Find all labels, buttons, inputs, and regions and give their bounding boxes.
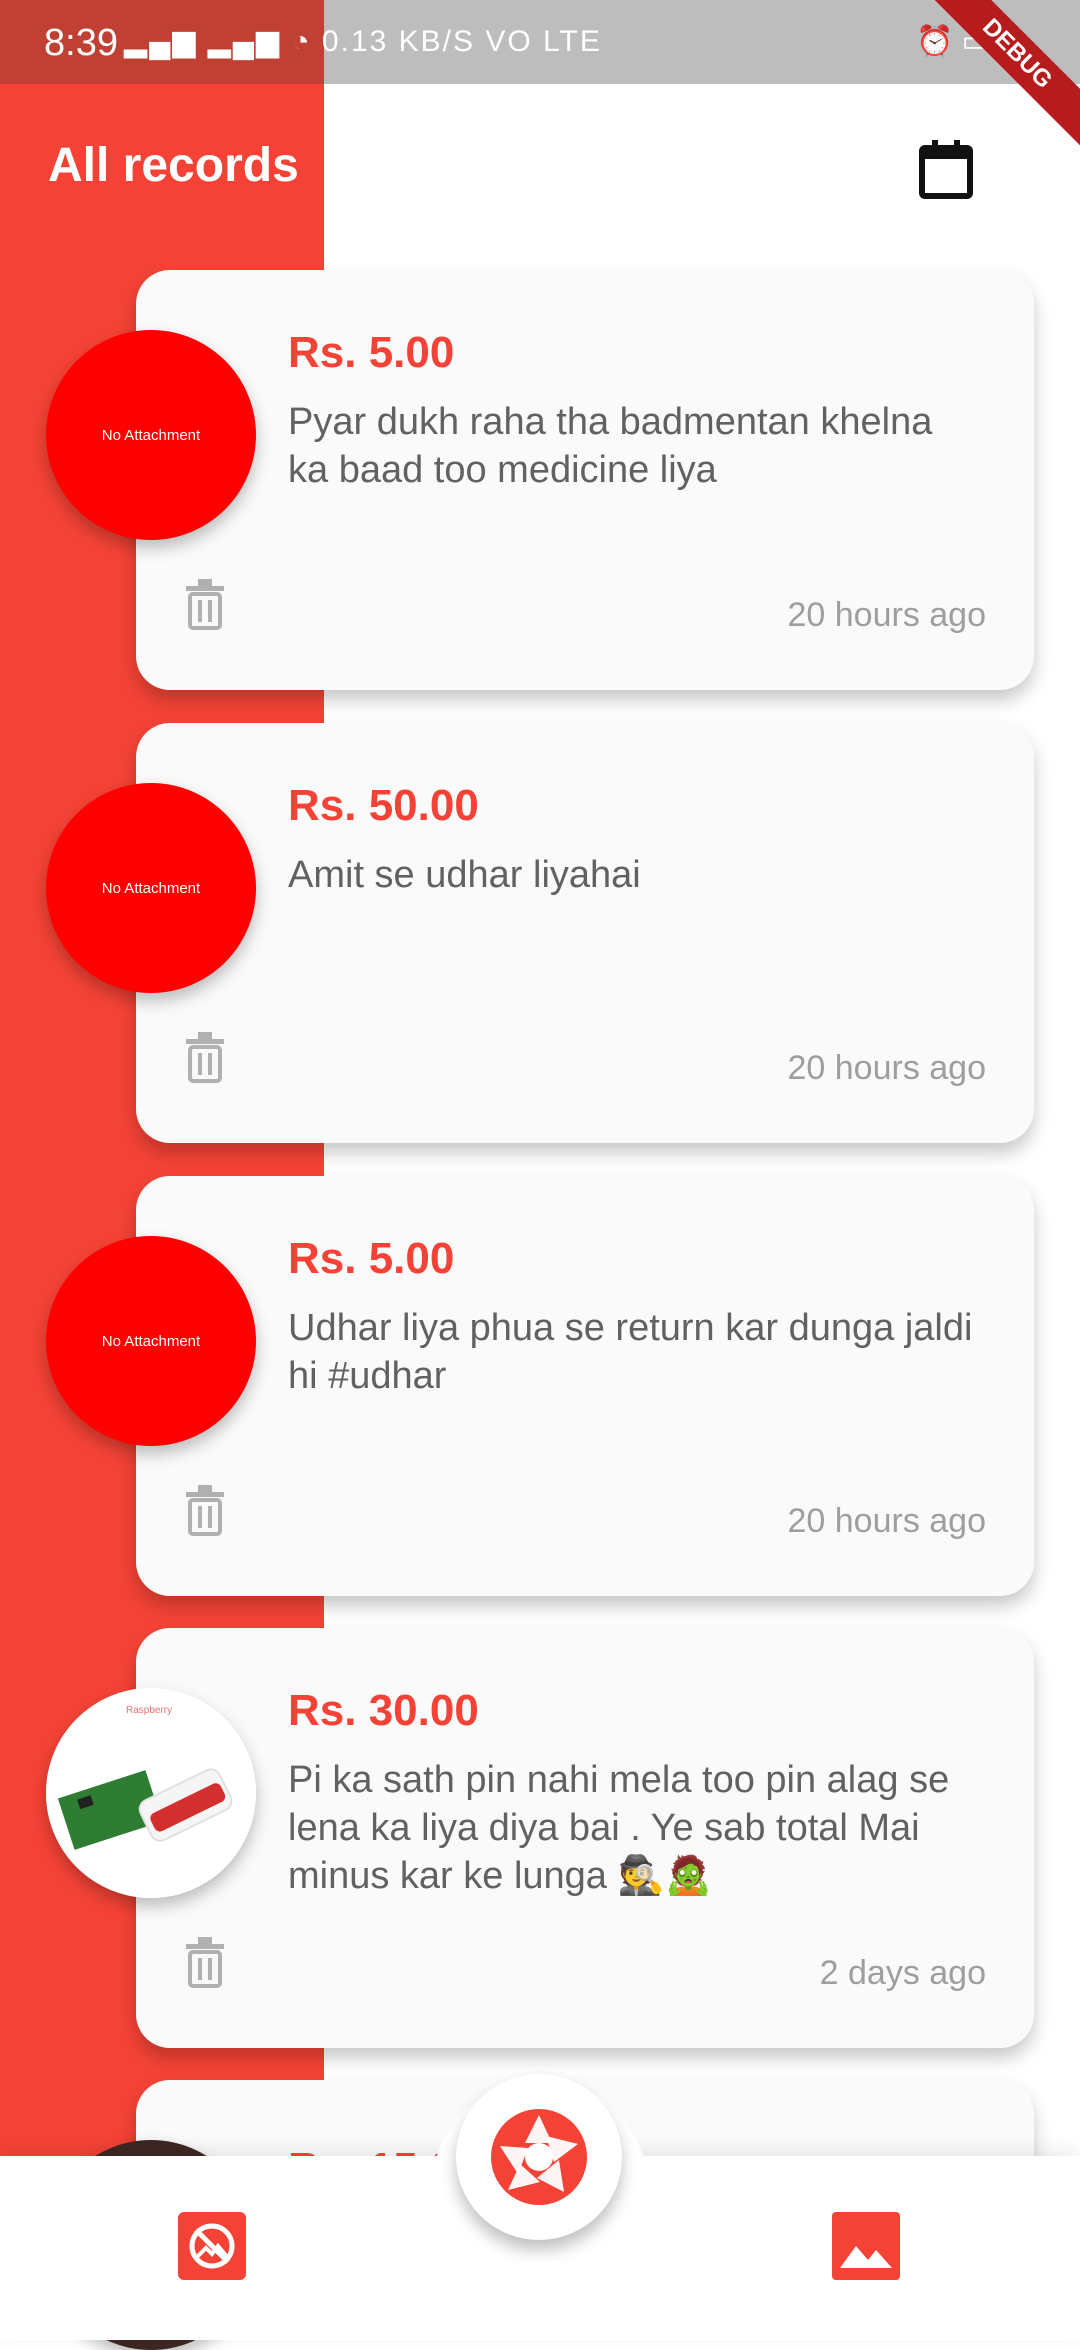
trash-icon[interactable]: [182, 1934, 228, 1990]
status-time: 8:39: [44, 22, 118, 64]
calendar-icon[interactable]: [918, 140, 974, 200]
no-attachment-label: No Attachment: [101, 426, 201, 444]
record-amount: Rs. 30.00: [288, 1686, 479, 1735]
record-time: 20 hours ago: [787, 1502, 987, 1540]
camera-fab[interactable]: [456, 2074, 622, 2240]
record-card[interactable]: No Attachment Rs. 50.00 Amit se udhar li…: [46, 723, 1034, 1143]
record-amount: Rs. 5.00: [288, 1234, 455, 1283]
record-card[interactable]: Raspberry Rs. 30.00 Pi ka sath pin nahi …: [46, 1628, 1034, 2048]
record-note: Pyar dukh raha tha badmentan khelna ka b…: [288, 401, 933, 491]
page-title: All records: [48, 139, 299, 192]
attachment-thumbnail[interactable]: No Attachment: [46, 1236, 256, 1446]
trash-icon[interactable]: [182, 1029, 228, 1085]
camera-shutter-icon: [491, 2109, 587, 2205]
no-attachment-label: No Attachment: [101, 879, 201, 897]
trash-icon[interactable]: [182, 1482, 228, 1538]
signal-icons: ▂▄▆ ▂▄▆ ◔ 0.13 KB/S VO LTE: [124, 25, 602, 58]
no-attachment-label: No Attachment: [101, 1332, 201, 1350]
no-attachment-icon[interactable]: [178, 2212, 246, 2280]
record-card[interactable]: No Attachment Rs. 5.00 Udhar liya phua s…: [46, 1176, 1034, 1596]
record-time: 20 hours ago: [787, 1049, 987, 1087]
svg-text:Raspberry: Raspberry: [126, 1705, 172, 1716]
trash-icon[interactable]: [182, 576, 228, 632]
record-note: Amit se udhar liyahai: [288, 854, 641, 896]
raspberry-pi-photo: Raspberry: [46, 1688, 256, 1898]
attachment-thumbnail[interactable]: No Attachment: [46, 330, 256, 540]
record-note: Udhar liya phua se return kar dunga jald…: [288, 1307, 973, 1397]
record-time: 20 hours ago: [787, 596, 987, 634]
record-time: 2 days ago: [819, 1954, 986, 1992]
record-note: Pi ka sath pin nahi mela too pin alag se…: [288, 1759, 950, 1897]
status-bar: 8:39 ▂▄▆ ▂▄▆ ◔ 0.13 KB/S VO LTE ⏰ ▭ DEBU…: [0, 0, 1080, 157]
record-amount: Rs. 5.00: [288, 328, 455, 377]
record-card[interactable]: No Attachment Rs. 5.00 Pyar dukh raha th…: [46, 270, 1034, 690]
attachment-thumbnail[interactable]: Raspberry: [46, 1688, 256, 1898]
record-amount: Rs. 50.00: [288, 781, 479, 830]
attachment-thumbnail[interactable]: No Attachment: [46, 783, 256, 993]
gallery-icon[interactable]: [832, 2212, 900, 2280]
